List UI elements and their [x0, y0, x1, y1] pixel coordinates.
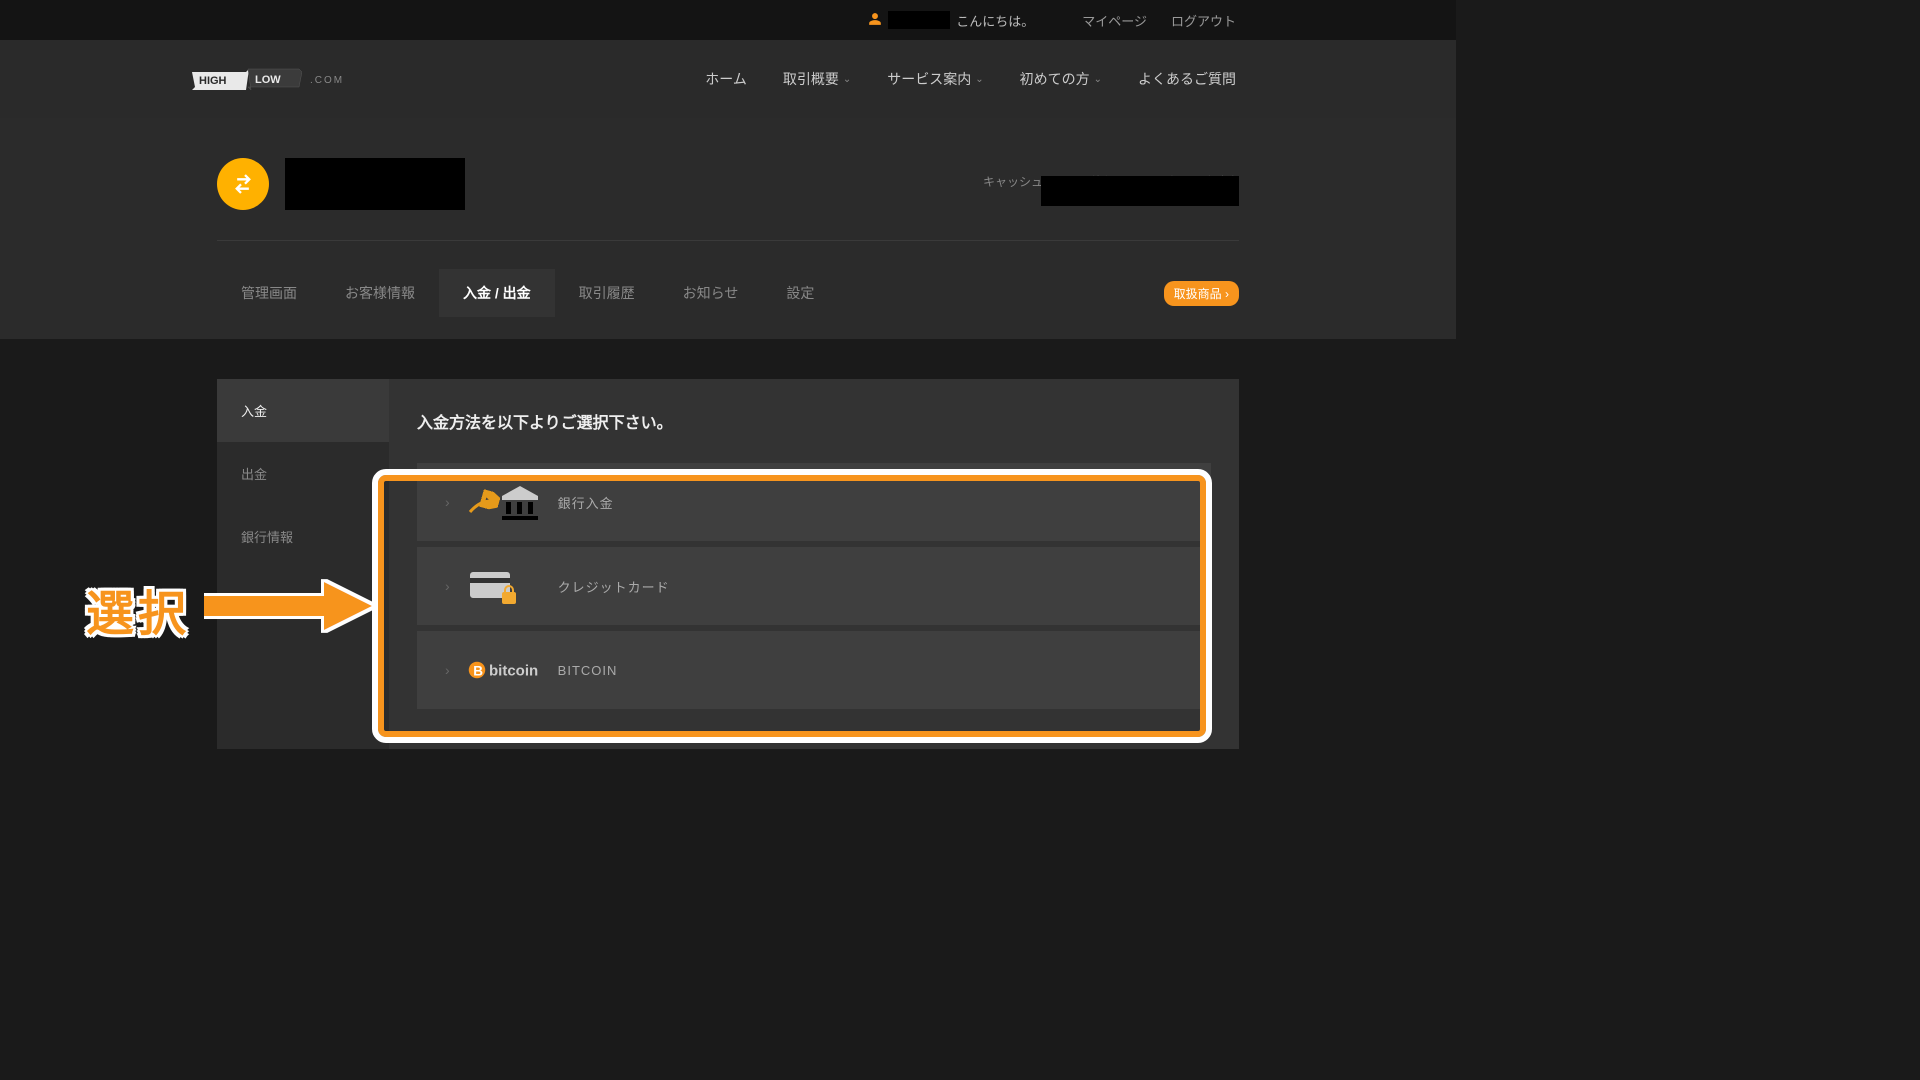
- method-card[interactable]: › クレジットカード: [417, 547, 1211, 625]
- method-bank[interactable]: › 銀行入金: [417, 463, 1211, 541]
- tab-profile[interactable]: お客様情報: [321, 269, 439, 317]
- nav-services[interactable]: サービス案内⌄: [887, 69, 983, 89]
- redacted-balance-value: [1041, 176, 1239, 206]
- logo-com-suffix: .COM: [310, 75, 344, 86]
- credit-card-icon: [468, 566, 558, 606]
- tab-history[interactable]: 取引履歴: [555, 269, 659, 317]
- tab-dashboard[interactable]: 管理画面: [217, 269, 321, 317]
- nav-home[interactable]: ホーム: [705, 69, 747, 89]
- nav-summary[interactable]: 取引概要⌄: [783, 69, 851, 89]
- panel-title: 入金方法を以下よりご選択下さい。: [417, 409, 1211, 433]
- top-utility-bar: こんにちは。 マイページ ログアウト: [0, 0, 1456, 40]
- content-wrapper: 入金 出金 銀行情報 入金方法を以下よりご選択下さい。 ›: [217, 379, 1239, 749]
- method-bitcoin[interactable]: › B bitcoin BITCOIN: [417, 631, 1211, 709]
- svg-text:B: B: [473, 663, 483, 678]
- chevron-down-icon: ⌄: [843, 74, 851, 85]
- svg-text:HIGH: HIGH: [199, 75, 227, 87]
- side-menu: 入金 出金 銀行情報: [217, 379, 389, 749]
- method-bitcoin-label: BITCOIN: [558, 663, 618, 678]
- chevron-right-icon: ›: [445, 662, 450, 678]
- brand-logo[interactable]: HIGH LOW .COM: [192, 67, 344, 92]
- method-card-label: クレジットカード: [558, 577, 670, 596]
- main-nav-bar: HIGH LOW .COM ホーム 取引概要⌄ サービス案内⌄ 初めての方⌄ よ…: [0, 40, 1456, 118]
- products-badge[interactable]: 取扱商品 ›: [1164, 281, 1239, 306]
- chevron-right-icon: ›: [445, 578, 450, 594]
- account-tabs: 管理画面 お客様情報 入金 / 出金 取引履歴 お知らせ 設定 取扱商品 ›: [217, 269, 1239, 317]
- highlow-logo-icon: HIGH LOW: [192, 67, 302, 92]
- bank-icon: [468, 482, 558, 522]
- method-bank-label: 銀行入金: [558, 493, 614, 512]
- redacted-username: [888, 11, 950, 29]
- side-bank[interactable]: 銀行情報: [217, 505, 389, 568]
- swap-icon: [229, 170, 257, 198]
- tab-funds[interactable]: 入金 / 出金: [439, 269, 555, 317]
- chevron-down-icon: ⌄: [975, 74, 983, 85]
- nav-beginners[interactable]: 初めての方⌄: [1020, 69, 1102, 89]
- redacted-account-name: [285, 158, 465, 210]
- nav-links: ホーム 取引概要⌄ サービス案内⌄ 初めての方⌄ よくあるご質問: [705, 69, 1236, 89]
- bitcoin-icon: B bitcoin: [468, 655, 558, 685]
- chevron-right-icon: ›: [445, 494, 450, 510]
- logout-link[interactable]: ログアウト: [1171, 11, 1236, 30]
- user-icon: [868, 12, 882, 29]
- side-withdraw[interactable]: 出金: [217, 442, 389, 505]
- chevron-down-icon: ⌄: [1094, 74, 1102, 85]
- greeting-suffix: こんにちは。: [956, 11, 1034, 30]
- avatar: [217, 158, 269, 210]
- svg-text:LOW: LOW: [255, 74, 281, 86]
- annotation-label: 選択: [86, 574, 190, 644]
- svg-text:bitcoin: bitcoin: [489, 662, 538, 679]
- account-header: キャッシュバック可能額 現在の口座残高 管理画面 お客様情報 入金 / 出金 取…: [0, 118, 1456, 339]
- tab-settings[interactable]: 設定: [762, 269, 838, 317]
- side-deposit[interactable]: 入金: [217, 379, 389, 442]
- content-panel: 入金方法を以下よりご選択下さい。 ›: [389, 379, 1239, 749]
- mypage-link[interactable]: マイページ: [1082, 11, 1147, 30]
- tab-notices[interactable]: お知らせ: [659, 269, 763, 317]
- deposit-method-list: › 銀行入金 ›: [417, 463, 1211, 709]
- nav-faq[interactable]: よくあるご質問: [1138, 69, 1236, 89]
